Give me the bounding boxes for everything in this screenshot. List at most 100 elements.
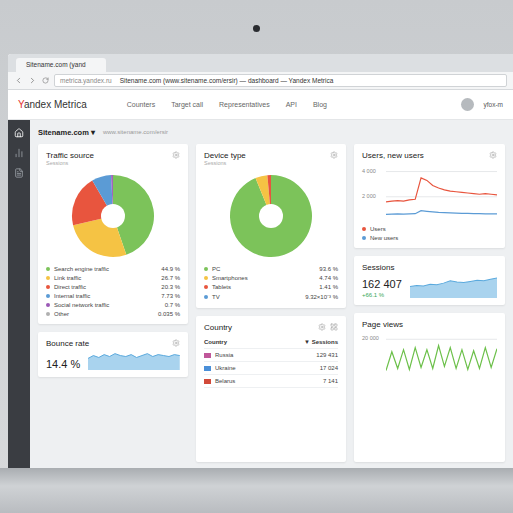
legend-row[interactable]: Link traffic26.7 % bbox=[46, 275, 180, 281]
country-card: CountryCountry▼ SessionsRussia129 431Ukr… bbox=[196, 316, 346, 462]
page-views-chart: 20 000 bbox=[362, 333, 497, 381]
legend-row[interactable]: New users bbox=[362, 235, 497, 241]
legend-label: Direct traffic bbox=[54, 284, 157, 290]
url-field[interactable]: metrica.yandex.ruSitename.com (www.siten… bbox=[54, 74, 507, 87]
gear-icon[interactable] bbox=[489, 151, 497, 159]
card-title: Page views bbox=[362, 320, 497, 329]
users-chart: 4 0002 000 bbox=[362, 164, 497, 222]
legend-label: New users bbox=[370, 235, 497, 241]
gear-icon[interactable] bbox=[172, 151, 180, 159]
country-cell: Ukraine bbox=[204, 365, 316, 371]
card-header: Country bbox=[204, 323, 338, 332]
legend-row[interactable]: Users bbox=[362, 226, 497, 232]
sidebar-item[interactable] bbox=[14, 148, 24, 158]
card-header: Users, new users bbox=[362, 151, 497, 160]
legend-value: 93.6 % bbox=[319, 266, 338, 272]
gear-icon[interactable] bbox=[172, 339, 180, 347]
legend-label: Search engine traffic bbox=[54, 266, 157, 272]
card-header: Bounce rate bbox=[46, 339, 180, 348]
sessions-cell: 129 431 bbox=[316, 352, 338, 358]
legend-dot bbox=[362, 227, 366, 231]
legend-dot bbox=[46, 303, 50, 307]
table-row[interactable]: Russia129 431 bbox=[204, 349, 338, 362]
card-title: Sessions bbox=[362, 263, 497, 272]
chart-icon bbox=[14, 148, 24, 158]
column-header[interactable]: ▼ Sessions bbox=[304, 339, 338, 345]
legend-row[interactable]: Internal traffic7.73 % bbox=[46, 293, 180, 299]
page-views-card: Page views 20 000 bbox=[354, 313, 505, 462]
laptop-base bbox=[0, 468, 513, 513]
legend-row[interactable]: Direct traffic20.3 % bbox=[46, 284, 180, 290]
legend-dot bbox=[204, 295, 208, 299]
pie-wrap bbox=[204, 170, 338, 262]
legend-value: 9.32×10⁻³ % bbox=[305, 293, 338, 301]
browser-tab[interactable]: Sitename.com (yand bbox=[16, 58, 106, 72]
chart-line bbox=[386, 211, 497, 215]
grid-line bbox=[386, 171, 497, 172]
chart-line bbox=[386, 178, 497, 202]
country-name: Belarus bbox=[215, 378, 235, 384]
axis-ticks: 20 000 bbox=[362, 333, 384, 381]
spark-line bbox=[410, 278, 497, 287]
nav-item[interactable]: Representatives bbox=[219, 101, 270, 108]
logo[interactable]: Yandex Metrica bbox=[18, 99, 87, 110]
pie-chart bbox=[71, 174, 155, 258]
table-row[interactable]: Ukraine17 024 bbox=[204, 362, 338, 375]
legend-dot bbox=[46, 294, 50, 298]
nav-item[interactable]: Counters bbox=[127, 101, 155, 108]
flag-icon bbox=[204, 353, 211, 358]
grid-line bbox=[386, 196, 497, 197]
traffic-source-card: Traffic sourceSessionsSearch engine traf… bbox=[38, 144, 188, 324]
user-name[interactable]: yfox-m bbox=[484, 101, 504, 108]
tick-label: 20 000 bbox=[362, 335, 379, 341]
card-title: Device type bbox=[204, 151, 246, 160]
nav-item[interactable]: API bbox=[286, 101, 297, 108]
legend-label: Tablets bbox=[212, 284, 315, 290]
legend-row[interactable]: Smartphones4.74 % bbox=[204, 275, 338, 281]
legend-dot bbox=[204, 267, 208, 271]
table-row[interactable]: Belarus 7 141 bbox=[204, 375, 338, 388]
url-host: metrica.yandex.ru bbox=[60, 77, 112, 84]
legend-row[interactable]: PC 93.6 % bbox=[204, 266, 338, 272]
gear-icon[interactable] bbox=[330, 151, 338, 159]
nav-item[interactable]: Target call bbox=[171, 101, 203, 108]
back-icon[interactable] bbox=[14, 76, 23, 85]
grid-icon[interactable] bbox=[330, 323, 338, 331]
tick-label: 4 000 bbox=[362, 168, 376, 174]
app-header: Yandex Metrica Counters Target call Represe… bbox=[8, 90, 513, 120]
card-title: Country bbox=[204, 323, 232, 332]
widget-grid: Traffic sourceSessionsSearch engine traf… bbox=[38, 144, 505, 462]
bounce-sparkline bbox=[88, 352, 180, 370]
spark-line bbox=[88, 354, 180, 359]
sessions-cell: 7 141 bbox=[323, 378, 338, 384]
site-selector[interactable]: Sitename.com ▾ bbox=[38, 128, 95, 137]
avatar[interactable] bbox=[461, 98, 474, 111]
column: Users, new users 4 0002 000 Users New users… bbox=[354, 144, 505, 462]
legend-label: TV bbox=[212, 294, 301, 300]
reload-icon[interactable] bbox=[42, 77, 49, 84]
gear-icon[interactable] bbox=[318, 323, 326, 331]
country-cell: Belarus bbox=[204, 378, 319, 384]
legend-value: 0.035 % bbox=[158, 311, 180, 317]
sidebar-item[interactable] bbox=[14, 168, 24, 178]
legend-row[interactable]: Other 0.035 % bbox=[46, 311, 180, 317]
body: Sitename.com ▾www.sitename.com/ersirTraf… bbox=[8, 120, 513, 468]
nav-item[interactable]: Blog bbox=[313, 101, 327, 108]
tab-bar: Sitename.com (yand bbox=[8, 54, 513, 72]
sessions-card: Sessions162 407+66.1 % bbox=[354, 256, 505, 305]
legend-row[interactable]: Social network traffic0.7 % bbox=[46, 302, 180, 308]
legend-row[interactable]: Tablets1.41 % bbox=[204, 284, 338, 290]
column-header[interactable]: Country bbox=[204, 339, 300, 345]
legend-value: 4.74 % bbox=[319, 275, 338, 281]
country-table: Country ▼ Sessions Russia129 431Ukraine17 … bbox=[204, 336, 338, 388]
sidebar-item[interactable] bbox=[14, 128, 24, 138]
dashboard: Sitename.com ▾www.sitename.com/ersirTraf… bbox=[30, 120, 513, 468]
nav: Counters Target call Representatives API Blo… bbox=[127, 101, 451, 108]
legend-label: PC bbox=[212, 266, 315, 272]
country-name: Ukraine bbox=[215, 365, 236, 371]
legend-row[interactable]: Search engine traffic44.9 % bbox=[46, 266, 180, 272]
forward-icon[interactable] bbox=[28, 76, 37, 85]
pie-slice[interactable] bbox=[230, 175, 312, 257]
legend-row[interactable]: TV 9.32×10⁻³ % bbox=[204, 293, 338, 301]
legend-label: Other bbox=[54, 311, 154, 317]
